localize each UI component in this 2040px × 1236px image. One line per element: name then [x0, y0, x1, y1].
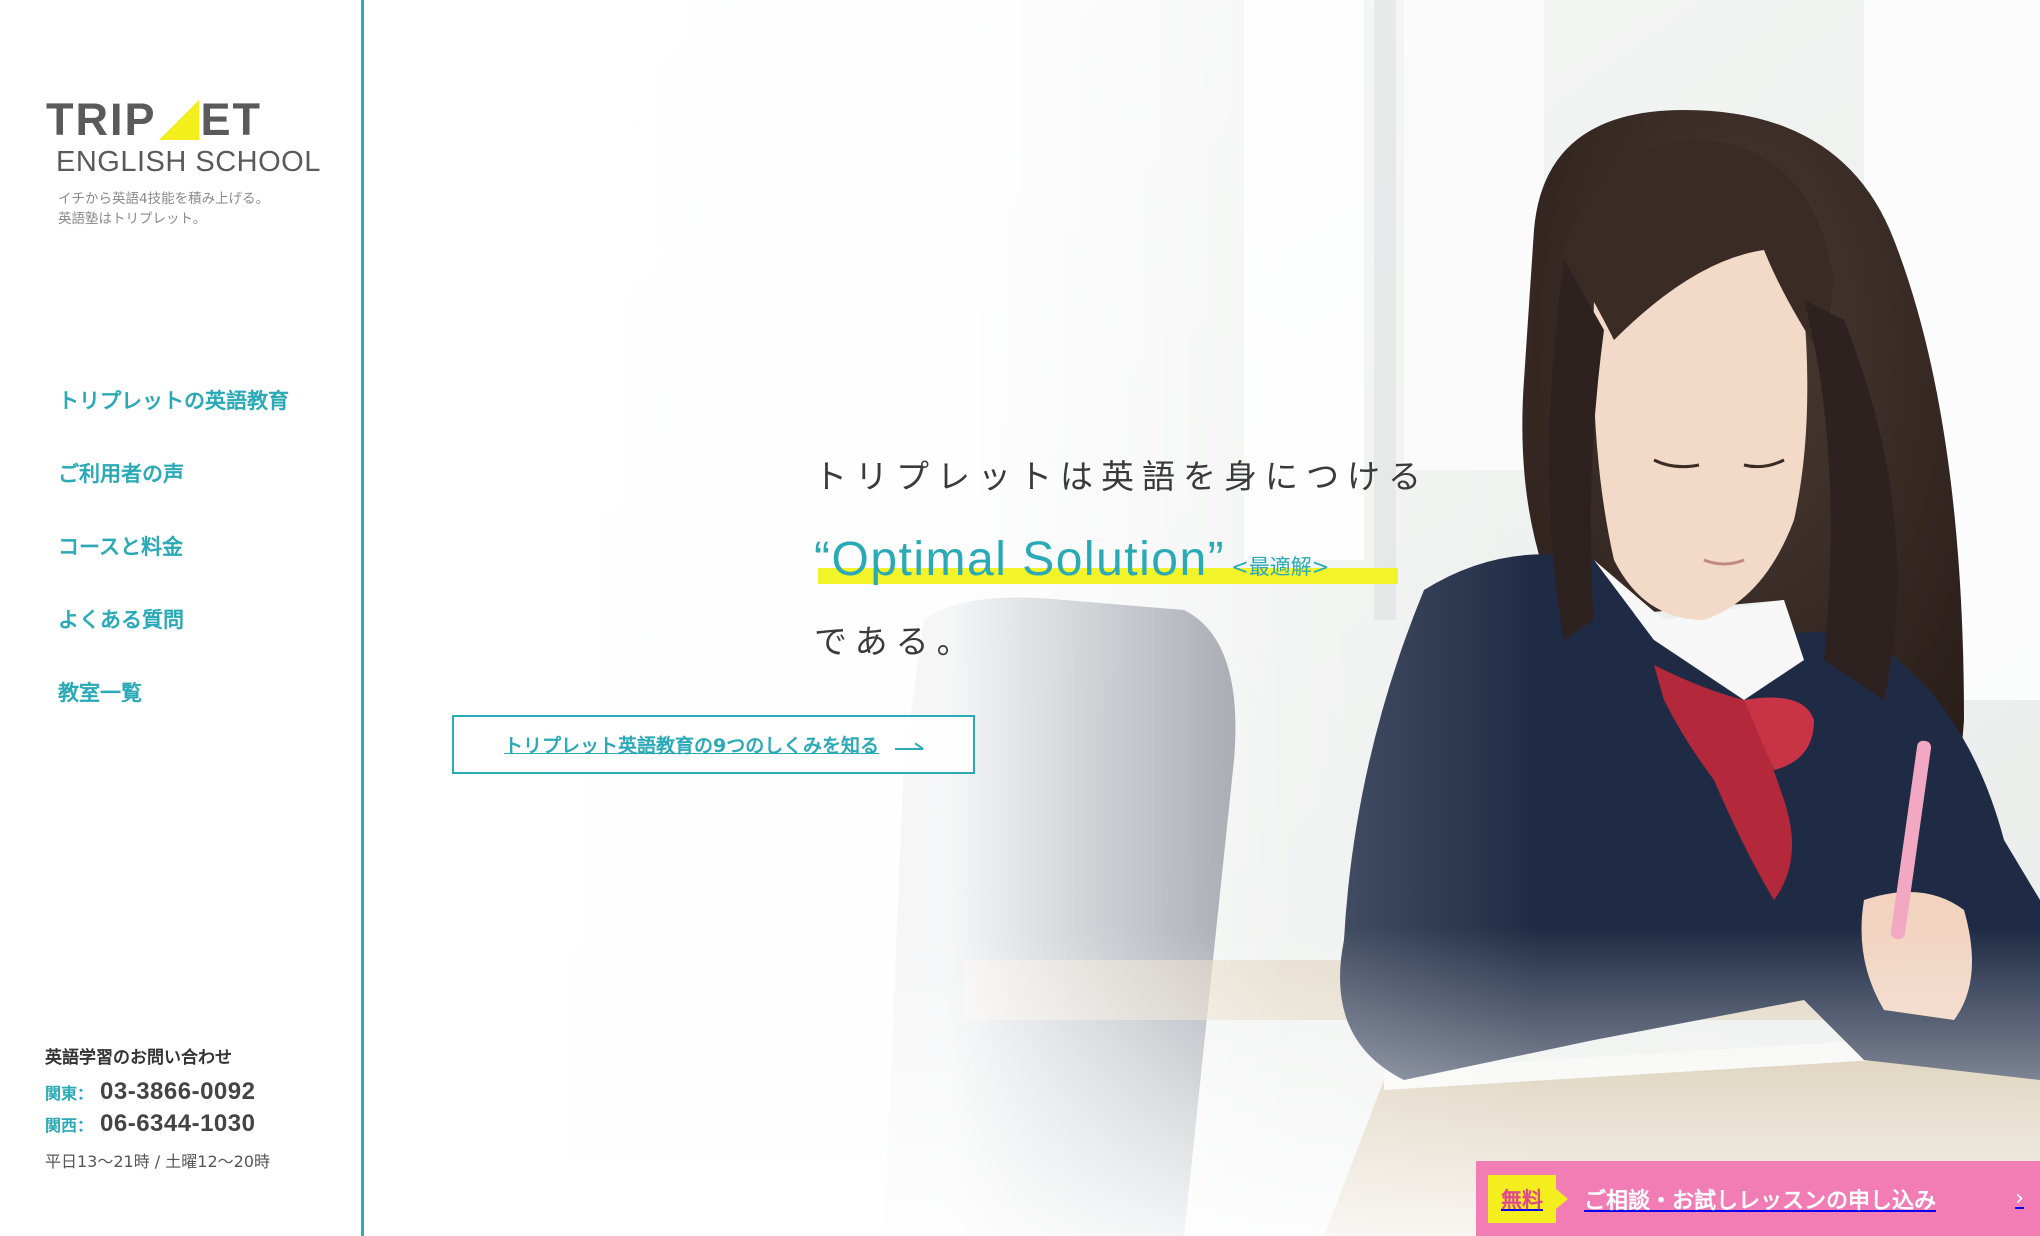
- arrow-right-icon: [894, 740, 923, 750]
- logo-word-left: TRIP: [46, 94, 157, 145]
- nav-item-classrooms[interactable]: 教室一覧: [58, 677, 142, 707]
- free-badge: 無料: [1488, 1174, 1568, 1223]
- logo-subtitle: ENGLISH SCHOOL: [56, 146, 321, 178]
- kansai-phone-row[interactable]: 関西： 06-6344-1030: [45, 1110, 270, 1138]
- hero-headline: トリプレットは英語を身につける “Optimal Solution” <最適解>…: [814, 450, 1429, 663]
- free-consultation-button[interactable]: 無料 ご相談・お試しレッスンの申し込み ›: [1476, 1161, 2040, 1236]
- headline-line1: トリプレットは英語を身につける: [814, 457, 1429, 496]
- nine-mechanisms-label: トリプレット英語教育の9つのしくみを知る: [504, 735, 879, 757]
- nav-item-courses-pricing[interactable]: コースと料金: [58, 531, 183, 561]
- nav-item-testimonials[interactable]: ご利用者の声: [58, 458, 184, 488]
- tagline: イチから英語4技能を積み上げる。 英語塾はトリプレット。: [58, 189, 269, 229]
- business-hours: 平日13〜21時 / 土曜12〜20時: [45, 1152, 271, 1171]
- logo-word-right: ET: [200, 94, 263, 145]
- kanto-phone-row[interactable]: 関東： 03-3866-0092: [45, 1078, 270, 1106]
- nav-item-education[interactable]: トリプレットの英語教育: [58, 385, 289, 415]
- chevron-right-icon: ›: [2015, 1186, 2024, 1211]
- nav-item-faq[interactable]: よくある質問: [58, 604, 184, 634]
- consultation-label: ご相談・お試しレッスンの申し込み: [1584, 1188, 1937, 1214]
- tagline-line2: 英語塾はトリプレット。: [58, 211, 207, 227]
- sidebar: TRIP ET ENGLISH SCHOOL イチから英語4技能を積み上げる。 …: [0, 0, 364, 1236]
- hero-section: トリプレットは英語を身につける “Optimal Solution” <最適解>…: [364, 0, 2040, 1236]
- kanto-phone[interactable]: 03-3866-0092: [100, 1078, 255, 1106]
- headline-note: <最適解>: [1231, 555, 1330, 579]
- kansai-label: 関西：: [45, 1116, 94, 1135]
- headline-optimal-solution: “Optimal Solution”: [814, 533, 1226, 586]
- logo-wordmark: TRIP ET: [46, 94, 321, 145]
- contact-title: 英語学習のお問い合わせ: [45, 1048, 232, 1068]
- logo-triangle-icon: [158, 100, 199, 140]
- headline-line3: である。: [814, 622, 978, 661]
- main-nav: トリプレットの英語教育 ご利用者の声 コースと料金 よくある質問 教室一覧: [58, 385, 289, 750]
- kansai-phone[interactable]: 06-6344-1030: [100, 1110, 255, 1138]
- site-logo[interactable]: TRIP ET ENGLISH SCHOOL: [46, 94, 321, 179]
- contact-block: 英語学習のお問い合わせ 関東： 03-3866-0092 関西： 06-6344…: [45, 1043, 270, 1172]
- tagline-line1: イチから英語4技能を積み上げる。: [58, 191, 270, 207]
- headline-line2: “Optimal Solution” <最適解>: [814, 532, 1429, 587]
- nine-mechanisms-button[interactable]: トリプレット英語教育の9つのしくみを知る: [452, 715, 975, 774]
- kanto-label: 関東：: [45, 1084, 94, 1103]
